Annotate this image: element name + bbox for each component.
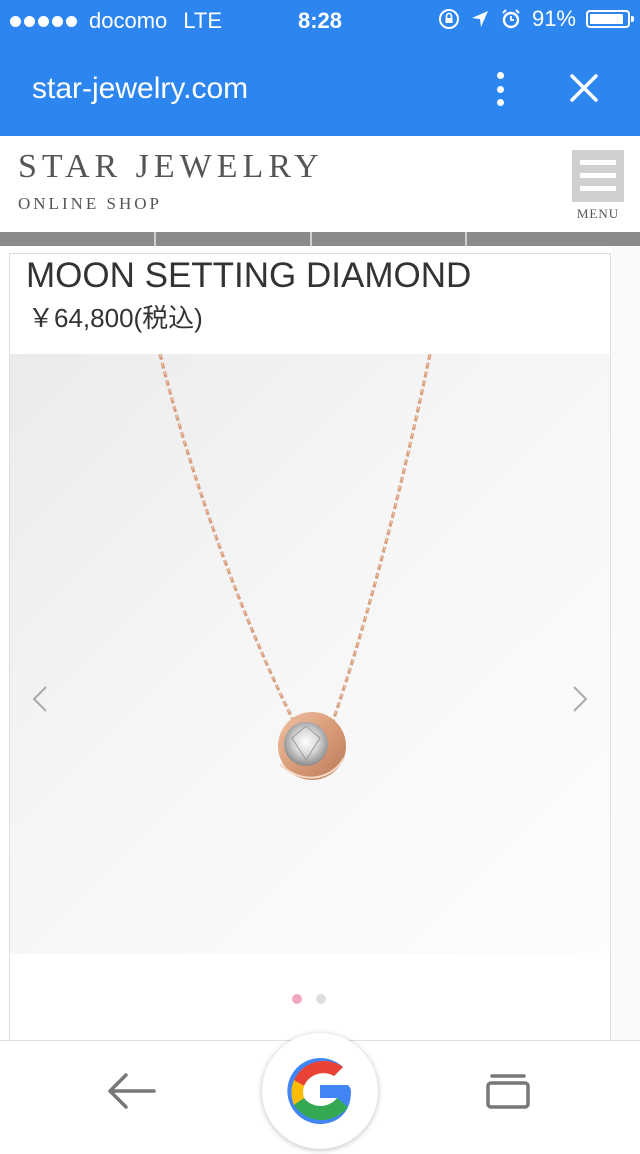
tabs-icon[interactable] [484, 1071, 532, 1111]
carousel-prev-icon[interactable] [28, 684, 52, 714]
back-arrow-icon[interactable] [106, 1071, 158, 1111]
browser-toolbar: star-jewelry.com [0, 40, 640, 136]
carousel-dot[interactable] [316, 994, 326, 1004]
necklace-image [158, 354, 432, 780]
product-card: MOON SETTING DIAMOND ￥64,800(税込) [10, 254, 610, 1054]
carousel-dot[interactable] [292, 994, 302, 1004]
google-logo-icon[interactable] [262, 1033, 378, 1149]
carousel-next-icon[interactable] [568, 684, 592, 714]
product-image-carousel[interactable] [10, 354, 610, 954]
site-logo[interactable]: STAR JEWELRY [18, 148, 324, 186]
status-bar: docomo LTE 8:28 91% [0, 0, 640, 40]
close-icon[interactable] [566, 70, 602, 106]
rotation-lock-icon [438, 9, 459, 29]
menu-label[interactable]: MENU [572, 206, 624, 222]
hamburger-menu-icon[interactable] [572, 150, 624, 202]
bottom-navigation [0, 1033, 640, 1149]
battery-icon [586, 10, 634, 28]
status-right: 91% [438, 6, 634, 32]
vertical-dots-icon[interactable] [492, 72, 508, 106]
alarm-icon [502, 9, 520, 29]
carousel-pager[interactable] [292, 994, 326, 1004]
url-display[interactable]: star-jewelry.com [32, 72, 248, 106]
product-price: ￥64,800(税込) [28, 303, 203, 333]
product-title: MOON SETTING DIAMOND [26, 256, 472, 295]
category-tab-strip[interactable] [0, 232, 640, 246]
battery-percent: 91% [531, 6, 576, 31]
site-logo-subtitle: ONLINE SHOP [18, 194, 162, 213]
site-header: STAR JEWELRY ONLINE SHOP MENU [0, 136, 640, 232]
page-edge [612, 246, 640, 1046]
location-icon [471, 11, 488, 27]
